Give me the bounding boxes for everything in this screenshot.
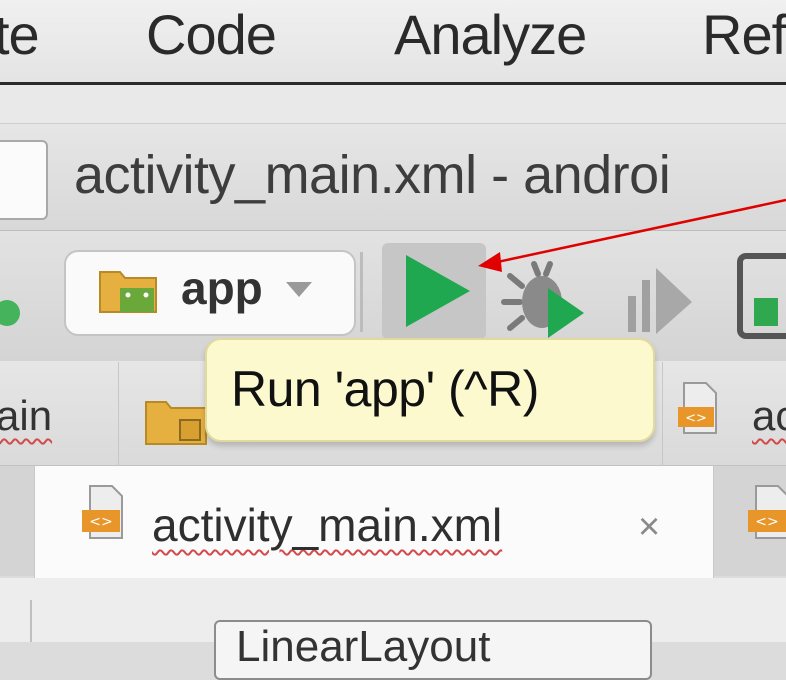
xml-file-icon[interactable]: <> (746, 484, 786, 540)
device-icon[interactable] (736, 250, 786, 342)
breadcrumb-file[interactable]: ac (752, 392, 786, 440)
menu-strip (0, 85, 786, 124)
svg-text:<>: <> (89, 514, 112, 530)
tab-close-button[interactable]: × (638, 506, 660, 549)
tab-label: activity_main.xml (152, 499, 503, 551)
toolbar-divider (360, 252, 363, 332)
folder-android-icon (99, 271, 157, 313)
layout-folder-icon[interactable] (144, 394, 212, 446)
menu-item-navigate[interactable]: te (0, 2, 40, 67)
run-tooltip: Run 'app' (^R) (205, 338, 655, 442)
editor-gutter (30, 600, 32, 642)
profile-icon[interactable] (624, 262, 694, 338)
tooltip-text: Run 'app' (^R) (231, 361, 539, 417)
menu-item-code[interactable]: Code (146, 2, 277, 67)
xml-file-icon: <> (678, 382, 717, 434)
run-icon (406, 255, 470, 327)
svg-text:<>: <> (685, 411, 707, 426)
document-icon (0, 140, 48, 220)
breadcrumb-separator-2 (662, 362, 663, 466)
menu-item-refactor[interactable]: Ref (702, 2, 786, 67)
menu-bar: te Code Analyze Ref (0, 0, 786, 85)
run-button[interactable] (382, 243, 486, 339)
svg-text:<>: <> (755, 514, 778, 530)
breadcrumb-main[interactable]: ain (0, 392, 52, 440)
component-tree-item[interactable]: LinearLayout (214, 620, 652, 680)
run-config-label: app (181, 262, 263, 314)
xml-file-icon: <> (82, 485, 123, 539)
menu-item-analyze[interactable]: Analyze (394, 2, 587, 67)
window-title: activity_main.xml - androi (74, 145, 671, 205)
debug-icon[interactable] (500, 258, 588, 340)
breadcrumb-separator (118, 362, 119, 466)
dropdown-caret-icon (286, 282, 312, 297)
